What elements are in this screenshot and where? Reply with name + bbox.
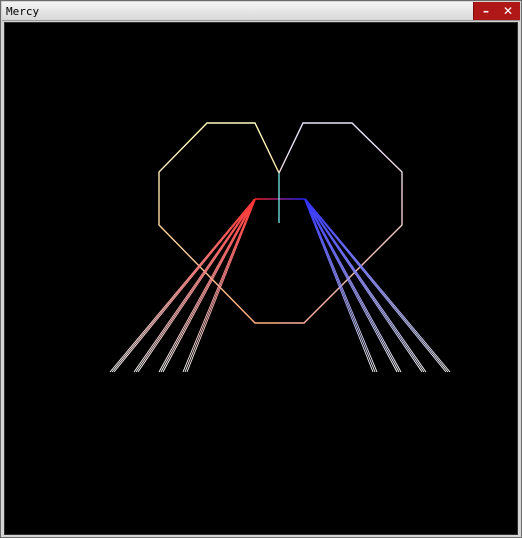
right-beam-line (304, 198, 447, 373)
right-beam-line (305, 198, 427, 373)
left-beam-line (111, 198, 256, 373)
left-beam-line (158, 198, 255, 373)
minimize-icon[interactable]: – (475, 2, 497, 20)
right-beam-line (304, 198, 449, 373)
left-beam-line (137, 198, 256, 373)
right-beam-line (304, 198, 400, 373)
right-beam-line (304, 198, 398, 373)
heart-scene (109, 122, 451, 373)
render-canvas[interactable] (4, 22, 518, 535)
app-window: Mercy – ✕ (0, 0, 522, 538)
center-bar (255, 173, 305, 223)
window-controls: – ✕ (473, 2, 520, 20)
left-beam-line (109, 198, 255, 373)
left-beam-line (160, 198, 256, 373)
right-beam-line (305, 198, 451, 373)
window-title: Mercy (6, 5, 40, 18)
left-beams (109, 198, 257, 373)
left-beam-line (133, 198, 255, 373)
close-icon[interactable]: ✕ (497, 2, 519, 20)
right-beam-line (305, 198, 402, 373)
title-bar[interactable]: Mercy – ✕ (2, 2, 520, 21)
right-beams (303, 198, 451, 373)
left-beam-line (113, 198, 256, 373)
left-beam-line (162, 198, 256, 373)
right-beam-line (304, 198, 423, 373)
heart-outline (158, 122, 403, 324)
